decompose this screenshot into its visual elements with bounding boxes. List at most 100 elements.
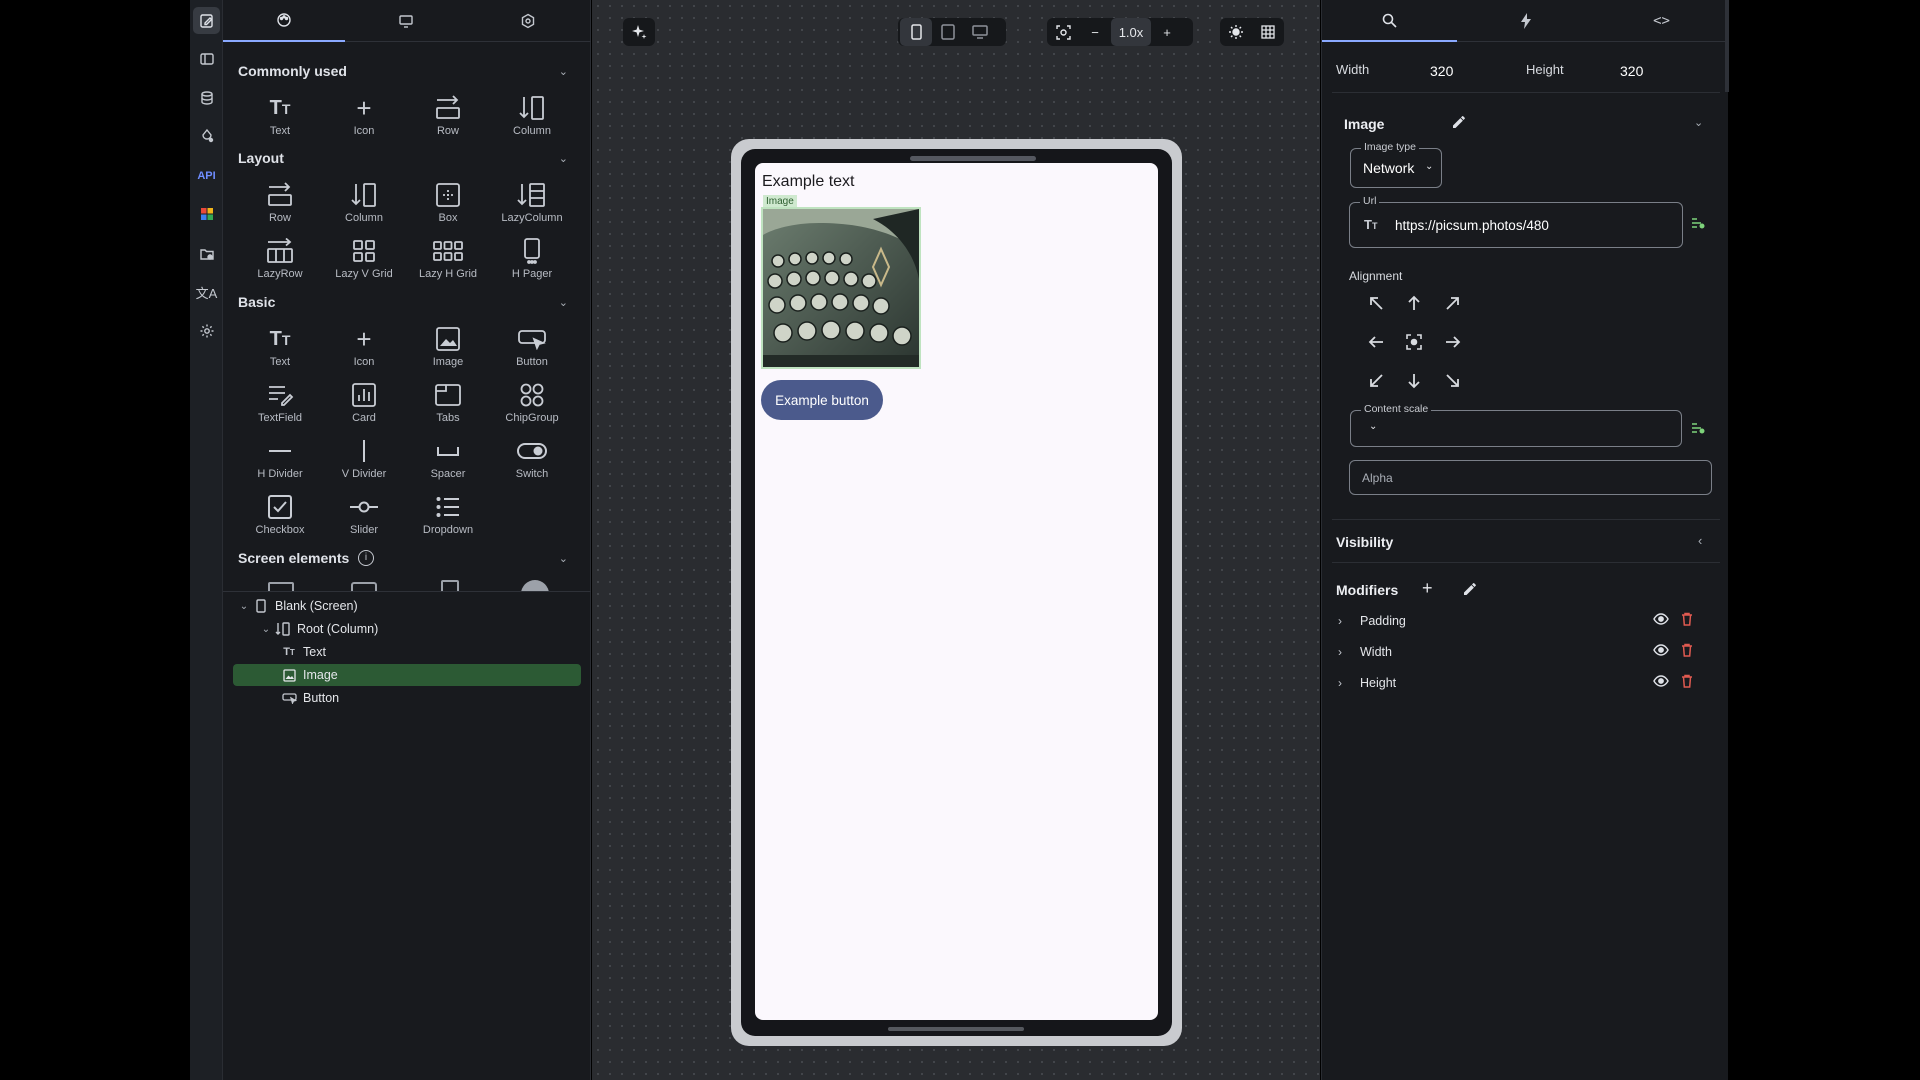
api-icon[interactable]: API (193, 162, 220, 189)
palette-basic-button[interactable]: Button (490, 323, 574, 373)
align-center-start-icon[interactable] (1362, 328, 1390, 356)
assets-folder-icon[interactable] (193, 240, 220, 267)
edit-screen-icon[interactable] (193, 7, 220, 34)
align-bottom-start-icon[interactable] (1362, 367, 1390, 395)
tab-screens[interactable] (345, 0, 467, 42)
preview-example-button[interactable]: Example button (761, 380, 883, 420)
palette-basic-checkbox[interactable]: Checkbox (238, 491, 322, 541)
chevron-right-icon[interactable]: › (1338, 676, 1354, 690)
tab-inspector-code[interactable]: <> (1594, 0, 1729, 42)
eye-visibility-icon[interactable] (1653, 613, 1669, 628)
tablet-device-icon[interactable] (932, 18, 964, 46)
palette-layout-row[interactable]: Row (238, 179, 322, 229)
tree-item-image[interactable]: Image (233, 664, 581, 686)
url-field[interactable]: Url TT https://picsum.photos/480 (1349, 195, 1683, 248)
zoom-in-button[interactable]: + (1151, 18, 1183, 46)
delete-trash-icon[interactable] (1681, 612, 1693, 629)
tab-components[interactable] (467, 0, 589, 42)
ai-assist-button[interactable] (623, 18, 655, 46)
align-center-icon[interactable] (1400, 328, 1428, 356)
modifier-row-padding[interactable]: › Padding (1336, 610, 1724, 632)
align-bottom-center-icon[interactable] (1400, 367, 1428, 395)
palette-basic-switch[interactable]: Switch (490, 435, 574, 485)
modifier-row-width[interactable]: › Width (1336, 641, 1724, 663)
chevron-down-icon[interactable]: ⌄ (559, 65, 568, 78)
chevron-down-icon[interactable]: ⌄ (1694, 116, 1703, 129)
palette-basic-text[interactable]: TT Text (238, 323, 322, 373)
palette-basic-dropdown[interactable]: Dropdown (406, 491, 490, 541)
palette-basic-chipgroup[interactable]: ChipGroup (490, 379, 574, 429)
palette-layout-lazy-v-grid[interactable]: Lazy V Grid (322, 235, 406, 285)
delete-trash-icon[interactable] (1681, 674, 1693, 691)
palette-basic-spacer[interactable]: Spacer (406, 435, 490, 485)
align-center-end-icon[interactable] (1439, 328, 1467, 356)
image-type-select[interactable]: Image type Network ⌄ (1350, 141, 1442, 188)
color-grid-icon[interactable] (193, 200, 220, 227)
chevron-right-icon[interactable]: › (1338, 645, 1354, 659)
palette-layout-lazy-h-grid[interactable]: Lazy H Grid (406, 235, 490, 285)
palette-basic-h-divider[interactable]: H Divider (238, 435, 322, 485)
align-top-center-icon[interactable] (1400, 289, 1428, 317)
tree-item-root-column[interactable]: ⌄ Root (Column) (233, 618, 581, 640)
height-value[interactable]: 320 (1620, 63, 1643, 79)
sun-theme-icon[interactable] (1220, 18, 1252, 46)
palette-row[interactable]: Row (406, 92, 490, 142)
tab-inspector-search[interactable] (1322, 0, 1457, 42)
edit-pencil-icon[interactable] (1452, 115, 1466, 134)
palette-layout-lazyrow[interactable]: LazyRow (238, 235, 322, 285)
phone-device-icon[interactable] (900, 18, 932, 46)
chevron-down-icon[interactable]: ⌄ (559, 296, 568, 309)
chevron-left-icon[interactable]: ‹ (1698, 533, 1702, 548)
chevron-down-icon[interactable]: ⌄ (559, 152, 568, 165)
palette-layout-h-pager[interactable]: H Pager (490, 235, 574, 285)
fit-screen-icon[interactable] (1047, 18, 1079, 46)
settings-gear-icon[interactable] (193, 317, 220, 344)
palette-basic-v-divider[interactable]: V Divider (322, 435, 406, 485)
edit-modifiers-pencil-icon[interactable] (1463, 582, 1477, 601)
tab-inspector-actions[interactable] (1458, 0, 1593, 42)
palette-text[interactable]: TT Text (238, 92, 322, 142)
palette-basic-tabs[interactable]: Tabs (406, 379, 490, 429)
preview-screen[interactable]: Example text Image Example button (755, 163, 1158, 1020)
scrollbar[interactable] (1725, 0, 1729, 92)
tab-theme[interactable] (223, 0, 345, 42)
tree-item-text[interactable]: TT Text (233, 641, 581, 663)
palette-layout-box[interactable]: Box (406, 179, 490, 229)
chevron-down-icon[interactable]: ⌄ (559, 552, 568, 565)
align-top-start-icon[interactable] (1362, 289, 1390, 317)
palette-basic-image[interactable]: Image (406, 323, 490, 373)
bind-variable-icon[interactable] (1690, 216, 1706, 235)
desktop-device-icon[interactable] (964, 18, 996, 46)
palette-basic-textfield[interactable]: TextField (238, 379, 322, 429)
theme-palette-icon[interactable] (193, 122, 220, 149)
database-icon[interactable] (193, 84, 220, 111)
chevron-down-icon[interactable]: ⌄ (237, 601, 251, 612)
palette-layout-lazycolumn[interactable]: LazyColumn (490, 179, 574, 229)
tree-item-button[interactable]: Button (233, 687, 581, 709)
modifier-row-height[interactable]: › Height (1336, 672, 1724, 694)
preview-text[interactable]: Example text (762, 173, 854, 191)
zoom-out-button[interactable]: − (1079, 18, 1111, 46)
align-bottom-end-icon[interactable] (1439, 367, 1467, 395)
eye-visibility-icon[interactable] (1653, 644, 1669, 659)
chevron-down-icon[interactable]: ⌄ (259, 624, 273, 635)
palette-basic-slider[interactable]: Slider (322, 491, 406, 541)
chevron-right-icon[interactable]: › (1338, 614, 1354, 628)
tree-item-screen[interactable]: ⌄ Blank (Screen) (233, 595, 581, 617)
palette-basic-icon[interactable]: + Icon (322, 323, 406, 373)
content-scale-select[interactable]: Content scale ⌄ (1350, 403, 1682, 447)
grid-toggle-icon[interactable] (1252, 18, 1284, 46)
palette-icon-item[interactable]: + Icon (322, 92, 406, 142)
eye-visibility-icon[interactable] (1653, 675, 1669, 690)
palette-layout-column[interactable]: Column (322, 179, 406, 229)
align-top-end-icon[interactable] (1439, 289, 1467, 317)
palette-column[interactable]: Column (490, 92, 574, 142)
preview-image[interactable] (761, 207, 921, 369)
bind-variable-icon[interactable] (1690, 421, 1706, 440)
palette-basic-card[interactable]: Card (322, 379, 406, 429)
translate-icon[interactable]: 文A (193, 279, 220, 306)
alpha-input[interactable]: Alpha (1349, 460, 1712, 495)
panels-icon[interactable] (193, 45, 220, 72)
zoom-level[interactable]: 1.0x (1111, 18, 1151, 46)
width-value[interactable]: 320 (1430, 63, 1453, 79)
